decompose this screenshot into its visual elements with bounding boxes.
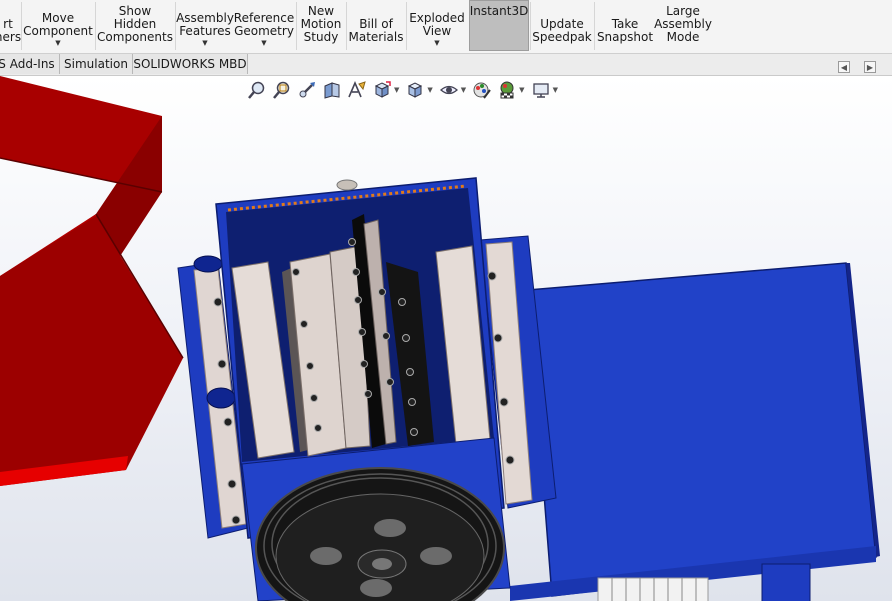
button-label-line: Study — [303, 30, 339, 44]
tab-scroll-left-icon[interactable]: ◀ — [838, 61, 850, 73]
large-assembly-mode-button[interactable]: Large Assembly Mode — [654, 0, 712, 50]
tab-simulation[interactable]: Simulation — [60, 54, 133, 74]
button-label-line: Features — [179, 24, 231, 38]
apply-scene-icon[interactable] — [497, 80, 517, 100]
button-label-line: Component — [23, 24, 93, 38]
new-motion-study-button[interactable]: New Motion Study — [297, 0, 345, 50]
show-hidden-components-button[interactable]: Show Hidden Components — [96, 0, 174, 50]
heads-up-view-toolbar: ▼ ▼ ▼ ▼ ▼ — [247, 78, 564, 102]
previous-view-icon[interactable] — [297, 80, 317, 100]
button-label-line: Speedpak — [532, 30, 592, 44]
assembly-features-button[interactable]: Assembly Features ▼ — [176, 0, 234, 50]
tab-label: Simulation — [64, 57, 128, 71]
insert-components-button[interactable]: rt ners — [0, 0, 22, 50]
hide-show-items-icon[interactable] — [439, 80, 459, 100]
tab-solidworks-add-ins[interactable]: S Add-Ins — [0, 54, 60, 74]
chevron-down-icon[interactable]: ▼ — [202, 39, 207, 48]
tab-label: SOLIDWORKS MBD — [133, 57, 247, 71]
chevron-down-icon[interactable]: ▼ — [55, 39, 60, 48]
button-label-line: Mode — [666, 30, 700, 44]
bill-of-materials-button[interactable]: Bill of Materials — [347, 0, 405, 50]
zoom-to-fit-icon[interactable] — [247, 80, 267, 100]
chevron-down-icon[interactable]: ▼ — [427, 86, 432, 94]
take-snapshot-button[interactable]: Take Snapshot — [595, 0, 655, 50]
button-label-line: Materials — [348, 30, 404, 44]
chevron-down-icon[interactable]: ▼ — [261, 39, 266, 48]
instant3d-button[interactable]: Instant3D — [469, 0, 529, 51]
zoom-to-area-icon[interactable] — [272, 80, 292, 100]
chevron-down-icon[interactable]: ▼ — [434, 39, 439, 48]
section-view-icon[interactable] — [322, 80, 342, 100]
move-component-button[interactable]: Move Component ▼ — [22, 0, 94, 50]
chevron-down-icon[interactable]: ▼ — [519, 86, 524, 94]
assembly-model-render[interactable] — [0, 76, 892, 601]
chevron-down-icon[interactable]: ▼ — [553, 86, 558, 94]
view-settings-icon[interactable] — [531, 80, 551, 100]
chevron-down-icon[interactable]: ▼ — [461, 86, 466, 94]
button-label-line: ners — [0, 30, 22, 44]
tab-label: S Add-Ins — [0, 57, 55, 71]
display-style-icon[interactable] — [405, 80, 425, 100]
button-label-line: Components — [97, 30, 173, 44]
reference-geometry-button[interactable]: Reference Geometry ▼ — [234, 0, 294, 50]
button-label-line: Snapshot — [596, 30, 654, 44]
tab-scroll-right-icon[interactable]: ▶ — [864, 61, 876, 73]
tab-solidworks-mbd[interactable]: SOLIDWORKS MBD — [133, 54, 248, 74]
button-label-line: Instant3D — [469, 4, 529, 18]
edit-appearance-icon[interactable] — [472, 80, 492, 100]
blue-base-plate[interactable] — [510, 262, 880, 601]
command-tab-bar: S Add-Ins Simulation SOLIDWORKS MBD ◀ ▶ — [0, 54, 892, 76]
red-hopper[interactable] — [0, 76, 184, 486]
button-label-line: View — [422, 24, 452, 38]
command-manager-ribbon: rt ners Move Component ▼ Show Hidden Com… — [0, 0, 892, 54]
view-orientation-icon[interactable] — [372, 80, 392, 100]
graphics-viewport[interactable]: ▼ ▼ ▼ ▼ ▼ — [0, 76, 892, 601]
update-speedpak-button[interactable]: Update Speedpak — [531, 0, 593, 50]
exploded-view-button[interactable]: Exploded View ▼ — [407, 0, 467, 50]
button-label-line: Geometry — [234, 24, 294, 38]
dynamic-annotation-views-icon[interactable] — [347, 80, 367, 100]
chevron-down-icon[interactable]: ▼ — [394, 86, 399, 94]
gear-teeth — [597, 577, 709, 601]
